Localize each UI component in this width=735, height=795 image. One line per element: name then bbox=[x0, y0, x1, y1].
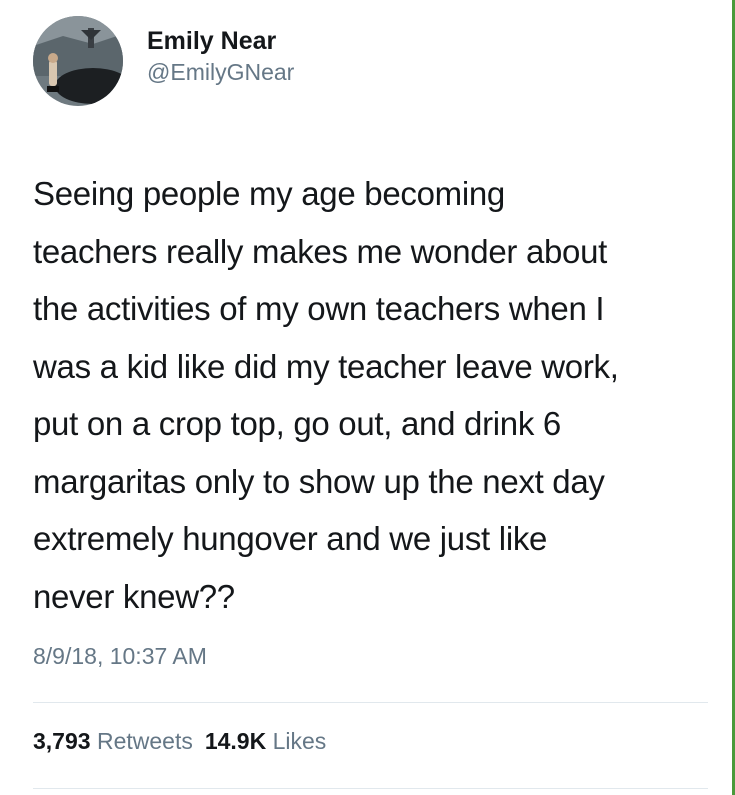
tweet-text-line: was a kid like did my teacher leave work… bbox=[33, 347, 619, 385]
tweet-text-line: put on a crop top, go out, and drink 6 bbox=[33, 405, 561, 442]
user-handle[interactable]: @EmilyGNear bbox=[147, 57, 294, 87]
retweets-label: Retweets bbox=[96, 728, 193, 754]
divider bbox=[33, 702, 708, 703]
tweet-card: Emily Near @EmilyGNear Seeing people my … bbox=[0, 0, 735, 795]
tweet-text: Seeing people my age becoming teachers r… bbox=[33, 165, 713, 625]
tweet-text-line: teachers really makes me wonder about bbox=[33, 232, 608, 270]
likes-stat[interactable]: 14.9K Likes bbox=[205, 728, 326, 754]
tweet-timestamp[interactable]: 8/9/18, 10:37 AM bbox=[33, 643, 207, 670]
divider bbox=[33, 788, 708, 789]
retweets-stat[interactable]: 3,793 Retweets bbox=[33, 728, 193, 754]
tweet-text-line: the activities of my own teachers when I bbox=[33, 290, 605, 327]
avatar[interactable] bbox=[33, 16, 123, 106]
likes-label: Likes bbox=[272, 728, 327, 754]
tweet-text-line: margaritas only to show up the next day bbox=[33, 462, 605, 500]
tweet-text-line: Seeing people my age becoming bbox=[33, 175, 505, 212]
tweet-text-line: extremely hungover and we just like bbox=[33, 520, 548, 557]
user-names: Emily Near @EmilyGNear bbox=[147, 25, 294, 87]
retweets-count: 3,793 bbox=[33, 728, 91, 754]
display-name[interactable]: Emily Near bbox=[147, 25, 294, 57]
tweet-text-line: never knew?? bbox=[33, 577, 235, 615]
likes-count: 14.9K bbox=[204, 728, 267, 754]
avatar-photo-icon bbox=[33, 16, 123, 106]
tweet-stats: 3,793 Retweets 14.9K Likes bbox=[33, 728, 326, 755]
tweet-header: Emily Near @EmilyGNear bbox=[33, 16, 294, 106]
